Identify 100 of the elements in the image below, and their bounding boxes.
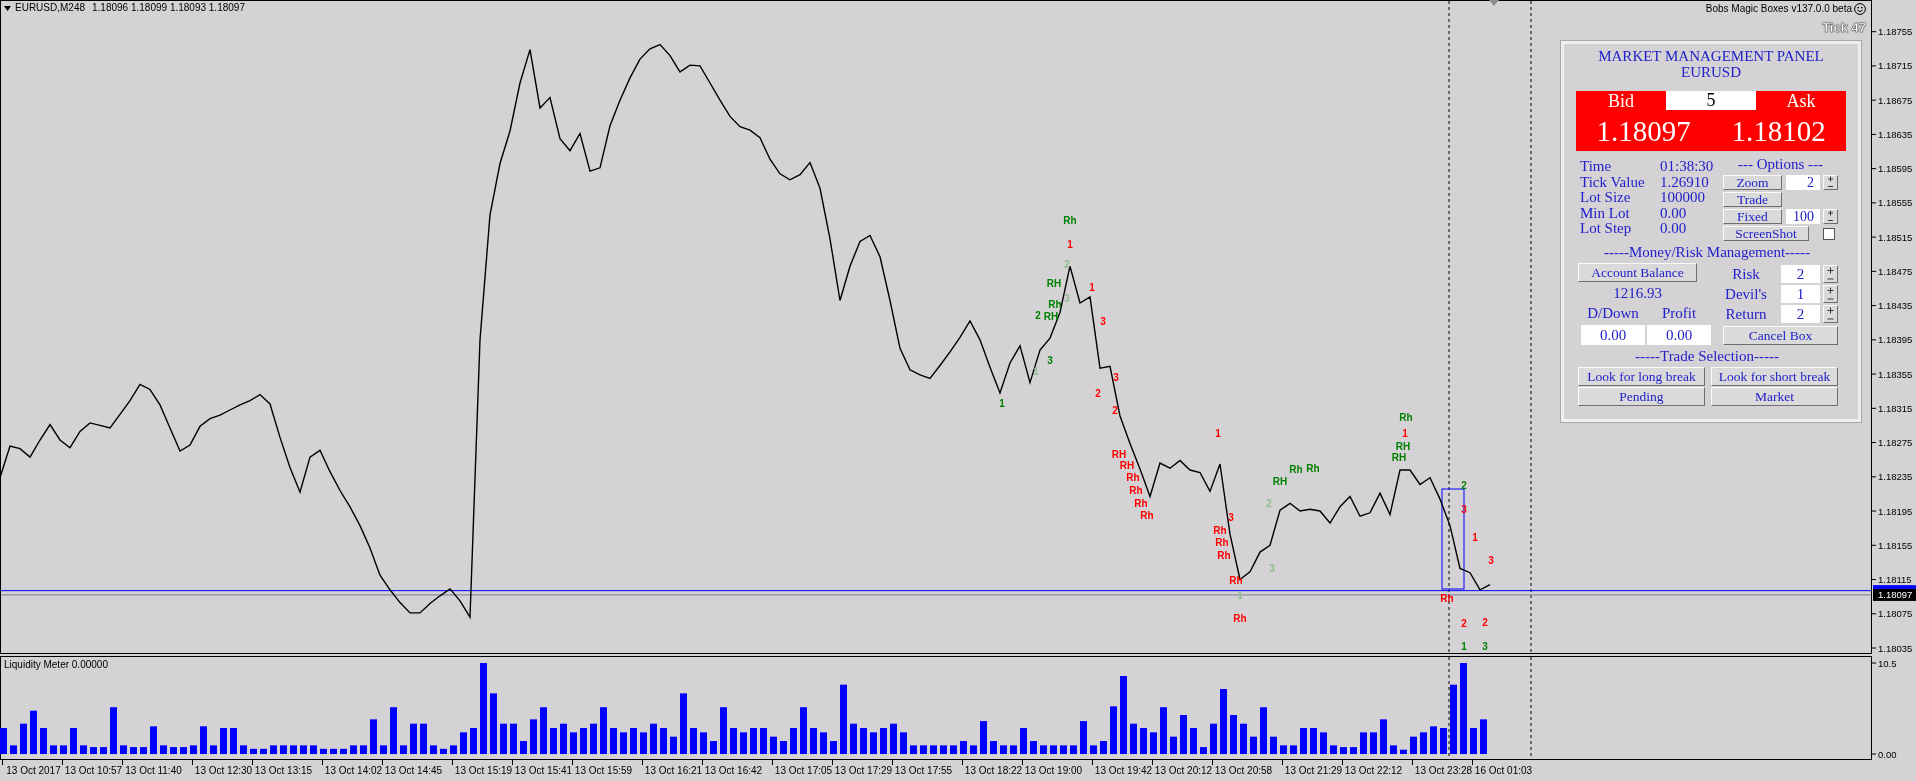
stepper-control[interactable] bbox=[1823, 209, 1838, 224]
price-axis-label: 1.18155 bbox=[1878, 539, 1913, 551]
value-field[interactable]: 100 bbox=[1786, 209, 1820, 224]
stepper-control[interactable] bbox=[1823, 285, 1838, 303]
price-axis-label: 1.18515 bbox=[1878, 231, 1913, 243]
time-axis-label: 13 Oct 2017 bbox=[6, 765, 61, 776]
info-value: 0.00 bbox=[1660, 205, 1688, 221]
signal-label: RH bbox=[1111, 448, 1127, 460]
panel-symbol: EURUSD bbox=[1680, 64, 1742, 80]
selection-button[interactable]: Pending bbox=[1578, 387, 1705, 406]
time-axis-label: 13 Oct 20:12 bbox=[1154, 765, 1213, 776]
signal-label: 2 bbox=[1461, 479, 1467, 491]
section-heading: -----Money/Risk Management----- bbox=[1602, 244, 1812, 260]
risk-label: Risk bbox=[1731, 265, 1761, 283]
chart-symbol: EURUSD,M248 bbox=[15, 2, 86, 14]
time-axis-label: 13 Oct 16:42 bbox=[704, 765, 763, 776]
signal-label: 2 bbox=[1266, 497, 1272, 509]
signal-label: 3 bbox=[1100, 315, 1106, 327]
info-label: Lot Step bbox=[1580, 221, 1633, 237]
price-axis-label: 1.18275 bbox=[1878, 437, 1913, 449]
signal-label: 3 bbox=[1228, 511, 1234, 523]
price-axis-label: 1.18195 bbox=[1878, 505, 1913, 517]
signal-label: Rh bbox=[1129, 484, 1143, 496]
value-field[interactable]: 2 bbox=[1781, 305, 1820, 323]
info-value: 100000 bbox=[1660, 190, 1706, 206]
signal-label: Rh bbox=[1140, 509, 1154, 521]
selection-button[interactable]: Market bbox=[1711, 387, 1838, 406]
bid-label: Bid bbox=[1607, 91, 1635, 111]
time-axis-label: 13 Oct 23:28 bbox=[1414, 765, 1473, 776]
signal-label: 3 bbox=[1047, 354, 1053, 366]
checkbox[interactable] bbox=[1823, 227, 1835, 240]
time-axis-label: 13 Oct 18:22 bbox=[964, 765, 1023, 776]
signal-label: RH bbox=[1391, 451, 1407, 463]
price-axis-label: 1.18355 bbox=[1878, 368, 1913, 380]
signal-label: RH bbox=[1272, 475, 1288, 487]
time-axis-label: 13 Oct 19:00 bbox=[1024, 765, 1083, 776]
cancel-box-button[interactable]: Cancel Box bbox=[1723, 326, 1838, 345]
signal-label: Rh bbox=[1048, 298, 1062, 310]
price-axis-label: 1.18435 bbox=[1878, 300, 1913, 312]
signal-label: Rh bbox=[1440, 592, 1454, 604]
liquidity-axis-label: 0.00 bbox=[1878, 748, 1897, 760]
price-axis-label: 1.18035 bbox=[1878, 642, 1913, 654]
signal-label: RH bbox=[1395, 440, 1411, 452]
time-axis-label: 13 Oct 21:29 bbox=[1284, 765, 1343, 776]
info-label: Min Lot bbox=[1580, 205, 1631, 221]
risk-label: Devil's bbox=[1724, 285, 1768, 303]
ohlc-values: 1.18096 1.18099 1.18093 1.18097 bbox=[92, 2, 245, 14]
signal-label: 3 bbox=[1269, 562, 1275, 574]
signal-label: 1 bbox=[1461, 640, 1467, 652]
signal-label: Rh bbox=[1215, 536, 1229, 548]
signal-label: 1 bbox=[1472, 531, 1478, 543]
total-label: Profit bbox=[1660, 304, 1698, 322]
ask-label: Ask bbox=[1785, 91, 1817, 111]
selection-button[interactable]: Look for short break bbox=[1711, 367, 1838, 386]
stepper-control[interactable] bbox=[1823, 175, 1838, 190]
option-button[interactable]: Fixed bbox=[1723, 209, 1782, 224]
time-axis-label: 13 Oct 11:40 bbox=[125, 765, 182, 776]
time-axis-label: 13 Oct 15:41 bbox=[514, 765, 573, 776]
options-heading: --- Options --- bbox=[1737, 156, 1824, 172]
info-value: 1.26910 bbox=[1660, 174, 1710, 190]
signal-label: 3 bbox=[1113, 371, 1119, 383]
option-button[interactable]: Trade bbox=[1723, 192, 1782, 207]
value-field[interactable]: 2 bbox=[1786, 175, 1820, 190]
time-axis-label: 16 Oct 01:03 bbox=[1474, 765, 1533, 776]
spread-value: 5 bbox=[1666, 91, 1756, 110]
total-field[interactable]: 0.00 bbox=[1581, 325, 1645, 345]
option-button[interactable]: Zoom bbox=[1723, 175, 1782, 190]
signal-label: 2 bbox=[1461, 617, 1467, 629]
value-field[interactable]: 2 bbox=[1781, 265, 1820, 283]
time-axis-label: 13 Oct 17:29 bbox=[834, 765, 893, 776]
signal-label: Rh bbox=[1399, 411, 1413, 423]
signal-label: Rh bbox=[1213, 524, 1227, 536]
signal-label: Rh bbox=[1134, 497, 1148, 509]
value-field[interactable]: 1 bbox=[1781, 285, 1820, 303]
signal-label: RH bbox=[1119, 459, 1135, 471]
selection-button[interactable]: Look for long break bbox=[1578, 367, 1705, 386]
signal-label: Rh bbox=[1289, 463, 1303, 475]
stepper-control[interactable] bbox=[1823, 305, 1838, 323]
price-axis-label: 1.18475 bbox=[1878, 265, 1913, 277]
signal-label: Rh bbox=[1217, 549, 1231, 561]
time-axis-label: 13 Oct 14:45 bbox=[384, 765, 443, 776]
time-axis-label: 13 Oct 15:19 bbox=[454, 765, 513, 776]
price-axis-label: 1.18675 bbox=[1878, 94, 1913, 106]
info-label: Time bbox=[1580, 159, 1613, 175]
dropdown-triangle-icon[interactable] bbox=[4, 5, 11, 11]
total-field[interactable]: 0.00 bbox=[1647, 325, 1711, 345]
stepper-control[interactable] bbox=[1823, 265, 1838, 283]
signal-label: 2 bbox=[1482, 616, 1488, 628]
info-value: 0.00 bbox=[1660, 221, 1688, 237]
ref-line-label: 1.18097 bbox=[1878, 589, 1913, 601]
signal-label: Rh bbox=[1126, 471, 1140, 483]
info-label: Lot Size bbox=[1580, 190, 1632, 206]
plus-minus-icon bbox=[1826, 286, 1835, 302]
price-axis-label: 1.18555 bbox=[1878, 197, 1913, 209]
price-axis-label: 1.18635 bbox=[1878, 128, 1913, 140]
signal-label: 2 bbox=[1095, 387, 1101, 399]
indicator-name: Bobs Magic Boxes v137.0.0 beta bbox=[1705, 3, 1852, 15]
triangle-icon[interactable] bbox=[1489, 0, 1499, 6]
account-balance-button[interactable]: Account Balance bbox=[1578, 263, 1697, 282]
option-button[interactable]: ScreenShot bbox=[1723, 226, 1809, 241]
